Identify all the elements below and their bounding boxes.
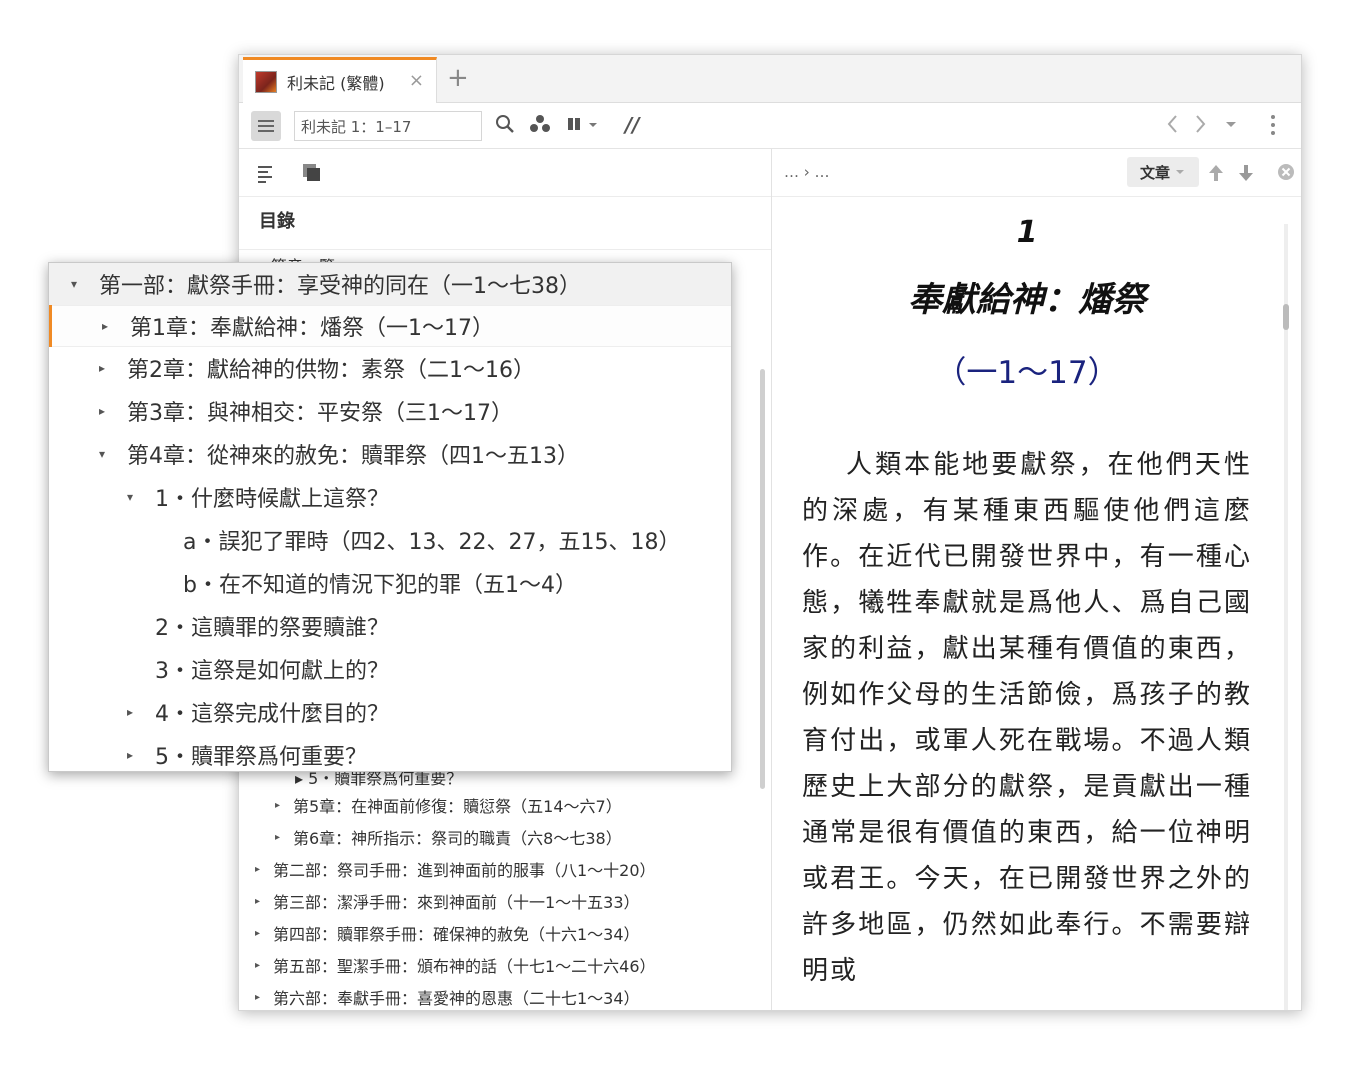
search-icon[interactable]: [495, 113, 515, 140]
arrow-down-icon[interactable]: [1238, 163, 1254, 187]
expand-triangle-icon[interactable]: ▸: [255, 992, 273, 1003]
list-icon[interactable]: [257, 163, 275, 187]
chapter-number: 1: [1016, 215, 1038, 250]
toc-item-label: 第二部：祭司手冊：進到神面前的服事（八1～十20）: [273, 861, 656, 880]
contents-scrollbar[interactable]: [760, 369, 765, 789]
arrow-up-icon[interactable]: [1208, 163, 1224, 187]
toc-item-section-5[interactable]: ▸ 5・贖罪祭爲何重要？: [49, 734, 731, 771]
reading-pane: … › … 文章 1 奉獻給神：燔祭 （一1～17） 人類本能地要獻祭，在他們天…: [772, 149, 1301, 1010]
tab-title: 利未記 (繁體): [287, 73, 385, 93]
collapse-triangle-icon[interactable]: ▾: [71, 277, 99, 291]
expand-triangle-icon[interactable]: ▸: [255, 960, 273, 971]
breadcrumb[interactable]: … › …: [784, 163, 830, 181]
book-cover-thumbnail: [255, 70, 277, 93]
view-mode-label: 文章: [1139, 163, 1170, 182]
toc-item-label: 第6章：神所指示：祭司的職責（六8～七38）: [293, 829, 622, 848]
toc-item-part-5[interactable]: ▸ 第五部：聖潔手冊：頒布神的話（十七1～二十六46）: [255, 950, 656, 980]
toc-item-section-1[interactable]: ▾ 1・什麼時候獻上這祭？: [49, 476, 731, 518]
toc-item-part-6[interactable]: ▸ 第六部：奉獻手冊：喜愛神的恩惠（二十七1～34）: [255, 982, 640, 1010]
close-circle-icon[interactable]: [1277, 163, 1295, 185]
columns-icon[interactable]: [567, 113, 601, 140]
expand-triangle-icon[interactable]: ▸: [255, 928, 273, 939]
expand-triangle-icon[interactable]: ▸: [255, 864, 273, 875]
forward-icon[interactable]: [1192, 113, 1208, 140]
article-content: 1 奉獻給神：燔祭 （一1～17） 人類本能地要獻祭，在他們天性的深處，有某種東…: [802, 197, 1252, 1010]
expand-triangle-icon[interactable]: ▸: [275, 832, 293, 843]
toc-item-label: 5・贖罪祭爲何重要？: [155, 745, 367, 770]
view-mode-button[interactable]: 文章: [1127, 157, 1199, 187]
chapter-range[interactable]: （一1～17）: [802, 347, 1252, 392]
toc-item-subsection-b[interactable]: b・在不知道的情況下犯的罪（五1～4）: [49, 562, 731, 604]
toc-item-subsection-a[interactable]: a・誤犯了罪時（四2、13、22、27，五15、18）: [49, 519, 731, 561]
history-dropdown-icon[interactable]: [1224, 113, 1238, 140]
tab-bar: 利未記 (繁體) × +: [239, 55, 1301, 103]
toc-item-chapter-5[interactable]: ▸ 第5章：在神面前修復：贖愆祭（五14～六7）: [275, 790, 622, 820]
toc-item-section-3[interactable]: 3・這祭是如何獻上的？: [49, 648, 731, 690]
expand-triangle-icon[interactable]: ▸: [127, 705, 155, 719]
copy-icon[interactable]: [301, 162, 323, 188]
expand-triangle-icon[interactable]: ▸: [255, 896, 273, 907]
magnified-toc-overlay: ▾ 第一部：獻祭手冊：享受神的同在（一1～七38） ▸ 第1章：奉獻給神：燔祭（…: [48, 262, 732, 772]
toc-item-label: 第三部：潔淨手冊：來到神面前（十一1～十五33）: [273, 893, 640, 912]
toc-item-chapter-3[interactable]: ▸ 第3章：與神相交：平安祭（三1～17）: [49, 390, 731, 432]
close-icon[interactable]: ×: [409, 70, 424, 91]
expand-triangle-icon[interactable]: ▸: [99, 361, 127, 375]
article-body: 人類本能地要獻祭，在他們天性的深處，有某種東西驅使他們這麼作。在近代已開發世界中…: [802, 450, 1252, 986]
toc-item-label: 第五部：聖潔手冊：頒布神的話（十七1～二十六46）: [273, 957, 656, 976]
parallel-icon[interactable]: //: [625, 113, 640, 137]
contents-toolbar: [239, 149, 771, 197]
toc-item-label: 3・這祭是如何獻上的？: [155, 659, 389, 684]
toc-item-label: a・誤犯了罪時（四2、13、22、27，五15、18）: [183, 530, 681, 555]
expand-triangle-icon[interactable]: ▸: [275, 800, 293, 811]
toc-item-label: 第2章：獻給神的供物：素祭（二1～16）: [127, 358, 535, 383]
toc-item-label: 第四部：贖罪祭手冊：確保神的赦免（十六1～34）: [273, 925, 640, 944]
toc-item-section-4[interactable]: ▸ 4・這祭完成什麼目的？: [49, 691, 731, 733]
expand-triangle-icon[interactable]: ▸: [99, 404, 127, 418]
toc-item-section-2[interactable]: 2・這贖罪的祭要贖誰？: [49, 605, 731, 647]
back-icon[interactable]: [1165, 113, 1181, 140]
toc-item-label: 第5章：在神面前修復：贖愆祭（五14～六7）: [293, 797, 622, 816]
expand-triangle-icon[interactable]: ▸: [127, 748, 155, 762]
chevron-down-icon: [1176, 170, 1184, 174]
toc-item-chapter-6[interactable]: ▸ 第6章：神所指示：祭司的職責（六8～七38）: [275, 822, 622, 852]
add-tab-icon[interactable]: +: [447, 63, 469, 93]
toc-item-label: 第一部：獻祭手冊：享受神的同在（一1～七38）: [99, 274, 581, 299]
reading-scrollbar[interactable]: [1279, 204, 1293, 1010]
reading-toolbar: … › … 文章: [772, 149, 1301, 197]
scroll-thumb[interactable]: [1283, 304, 1289, 330]
toolbar: //: [239, 103, 1301, 149]
expand-triangle-icon[interactable]: ▸: [102, 319, 130, 333]
collapse-triangle-icon[interactable]: ▾: [99, 447, 127, 461]
scroll-track: [1284, 224, 1288, 1010]
toc-item-chapter-2[interactable]: ▸ 第2章：獻給神的供物：素祭（二1～16）: [49, 347, 731, 389]
menu-button[interactable]: [251, 111, 281, 141]
toc-item-part-2[interactable]: ▸ 第二部：祭司手冊：進到神面前的服事（八1～十20）: [255, 854, 656, 884]
collapse-triangle-icon[interactable]: ▾: [127, 490, 155, 504]
toc-item-label: 第3章：與神相交：平安祭（三1～17）: [127, 401, 513, 426]
toc-item-label: 第4章：從神來的赦免：贖罪祭（四1～五13）: [127, 444, 579, 469]
chapter-title: 奉獻給神：燔祭: [908, 280, 1146, 320]
toc-item-label: 第1章：奉獻給神：燔祭（一1～17）: [130, 316, 494, 341]
people-icon[interactable]: [529, 113, 551, 140]
reference-input[interactable]: [294, 111, 482, 141]
toc-item-part-3[interactable]: ▸ 第三部：潔淨手冊：來到神面前（十一1～十五33）: [255, 886, 640, 916]
tab-leviticus[interactable]: 利未記 (繁體) ×: [243, 57, 437, 103]
toc-item-label: 2・這贖罪的祭要贖誰？: [155, 616, 389, 641]
more-options-icon[interactable]: [1269, 113, 1277, 142]
toc-item-chapter-4[interactable]: ▾ 第4章：從神來的赦免：贖罪祭（四1～五13）: [49, 433, 731, 475]
toc-item-part-1[interactable]: ▾ 第一部：獻祭手冊：享受神的同在（一1～七38）: [49, 263, 731, 305]
toc-item-part-4[interactable]: ▸ 第四部：贖罪祭手冊：確保神的赦免（十六1～34）: [255, 918, 640, 948]
toc-item-label: 第六部：奉獻手冊：喜愛神的恩惠（二十七1～34）: [273, 989, 640, 1008]
contents-heading: 目錄: [259, 211, 295, 232]
toc-item-label: 1・什麼時候獻上這祭？: [155, 487, 389, 512]
toc-item-label: b・在不知道的情況下犯的罪（五1～4）: [183, 573, 577, 598]
toc-item-label: 4・這祭完成什麼目的？: [155, 702, 389, 727]
toc-item-chapter-1[interactable]: ▸ 第1章：奉獻給神：燔祭（一1～17）: [49, 305, 731, 347]
